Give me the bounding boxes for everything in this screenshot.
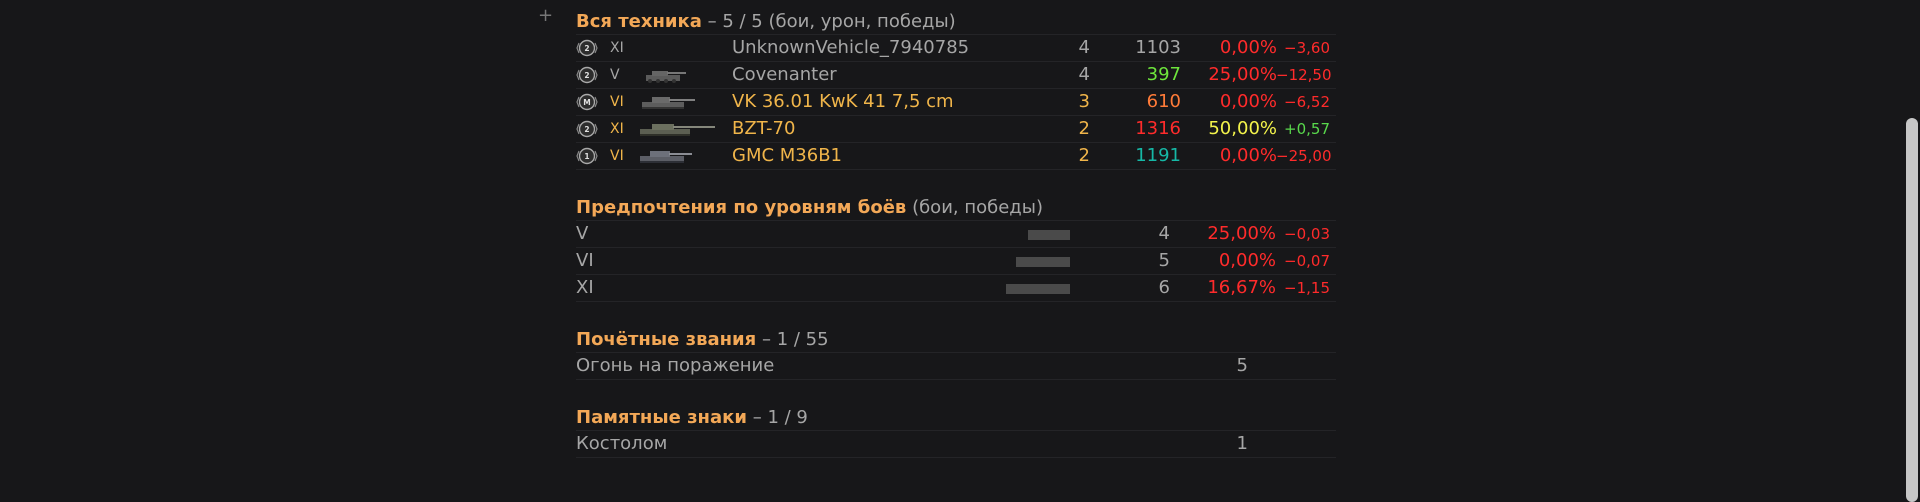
vehicle-battles: 4 [1078, 64, 1090, 85]
svg-text:2: 2 [584, 44, 589, 53]
vehicle-battles: 4 [1078, 37, 1090, 58]
vehicle-battles: 3 [1078, 91, 1090, 112]
preference-bar [1028, 230, 1070, 240]
vehicle-wins: 0,00% [1219, 37, 1277, 58]
vehicle-name: GMC M36B1 [732, 145, 843, 166]
svg-text:M: M [583, 98, 590, 107]
honor-row: Огонь на поражение 5 [576, 353, 1336, 380]
preference-level: V [576, 223, 589, 244]
vehicle-damage: 397 [1146, 64, 1181, 85]
preference-row: V 4 25,00% −0,03 [576, 221, 1336, 248]
preference-delta: −1,15 [1284, 279, 1330, 297]
vehicle-battles: 2 [1078, 145, 1090, 166]
svg-text:1: 1 [584, 152, 589, 161]
vehicle-name: Covenanter [732, 64, 837, 85]
badges-table: Костолом 1 [576, 430, 1336, 458]
mastery-badge-icon: 1 [576, 147, 598, 165]
svg-text:2: 2 [584, 71, 589, 80]
honors-title-row: Почётные звания – 1 / 55 [576, 328, 1336, 352]
badge-count: 1 [1236, 433, 1248, 454]
preference-wins: 0,00% [1218, 250, 1276, 271]
tank-icon [628, 66, 728, 84]
preference-wins: 25,00% [1207, 223, 1276, 244]
preferences-title-row: Предпочтения по уровням боёв (бои, побед… [576, 196, 1336, 220]
vehicle-row: M VI VK 36.01 KwK 41 7,5 cm 3 610 0,00% … [576, 89, 1336, 116]
preferences-section-summary: (бои, победы) [912, 197, 1043, 218]
vehicles-title-row: Вся техника – 5 / 5 (бои, урон, победы) [576, 10, 1336, 34]
vehicle-row: 2 XI BZT-70 2 1316 50,00% +0,57 [576, 116, 1336, 143]
vehicle-wins: 50,00% [1208, 118, 1277, 139]
tank-icon [628, 120, 728, 138]
preference-bar-track [942, 221, 1070, 247]
vehicle-battles: 2 [1078, 118, 1090, 139]
vehicle-row: 1 VI GMC M36B1 2 1191 0,00% −25,00 [576, 143, 1336, 170]
vehicles-section-title: Вся техника [576, 11, 702, 32]
preference-delta: −0,07 [1284, 252, 1330, 270]
vehicle-wins: 0,00% [1219, 91, 1277, 112]
vertical-scrollbar[interactable] [1906, 118, 1918, 502]
tank-icon [628, 93, 728, 111]
vehicle-damage: 1191 [1135, 145, 1181, 166]
vehicles-section-summary: – 5 / 5 (бои, урон, победы) [707, 11, 956, 32]
tank-icon [628, 147, 728, 165]
badge-label: Костолом [576, 433, 668, 454]
preference-bar-track [942, 275, 1070, 301]
vehicle-name: VK 36.01 KwK 41 7,5 cm [732, 91, 954, 112]
vehicle-damage: 1103 [1135, 37, 1181, 58]
preference-delta: −0,03 [1284, 225, 1330, 243]
preference-battles: 6 [1158, 277, 1170, 298]
preference-bar [1016, 257, 1070, 267]
mastery-badge-icon: M [576, 93, 598, 111]
preference-battles: 5 [1158, 250, 1170, 271]
mastery-badge-icon: 2 [576, 66, 598, 84]
honors-section-title: Почётные звания [576, 329, 757, 350]
vehicle-delta: −6,52 [1284, 93, 1330, 111]
vehicle-delta: −3,60 [1284, 39, 1330, 57]
mastery-badge-icon: 2 [576, 120, 598, 138]
vehicle-delta: +0,57 [1284, 120, 1330, 138]
preference-level: XI [576, 277, 594, 298]
vehicle-name: UnknownVehicle_7940785 [732, 37, 970, 58]
honors-table: Огонь на поражение 5 [576, 352, 1336, 380]
vehicle-row: 2 XI UnknownVehicle_7940785 4 1103 0,00%… [576, 35, 1336, 62]
badges-section-title: Памятные знаки [576, 407, 747, 428]
preference-level: VI [576, 250, 594, 271]
vehicle-delta: −12,50 [1276, 66, 1332, 84]
preferences-table: V 4 25,00% −0,03 VI 5 0,00% −0,07 XI 6 1… [576, 220, 1336, 302]
svg-text:2: 2 [584, 125, 589, 134]
badges-title-row: Памятные знаки – 1 / 9 [576, 406, 1336, 430]
vehicle-name: BZT-70 [732, 118, 796, 139]
mastery-badge-icon: 2 [576, 39, 598, 57]
honor-label: Огонь на поражение [576, 355, 775, 376]
stats-content: Вся техника – 5 / 5 (бои, урон, победы) … [576, 10, 1336, 458]
vehicle-delta: −25,00 [1276, 147, 1332, 165]
preference-wins: 16,67% [1207, 277, 1276, 298]
stats-page: + Вся техника – 5 / 5 (бои, урон, победы… [0, 0, 1920, 502]
preferences-section-title: Предпочтения по уровням боёв [576, 197, 907, 218]
badges-section-summary: – 1 / 9 [752, 407, 808, 428]
vehicle-wins: 0,00% [1219, 145, 1277, 166]
preference-bar [1006, 284, 1070, 294]
honors-section-summary: – 1 / 55 [761, 329, 829, 350]
preference-row: XI 6 16,67% −1,15 [576, 275, 1336, 302]
vehicles-table: 2 XI UnknownVehicle_7940785 4 1103 0,00%… [576, 34, 1336, 170]
vehicle-row: 2 V Covenanter 4 397 25,00% −12,50 [576, 62, 1336, 89]
badge-row: Костолом 1 [576, 431, 1336, 458]
preference-battles: 4 [1158, 223, 1170, 244]
add-icon[interactable]: + [538, 7, 554, 25]
vehicle-damage: 610 [1146, 91, 1181, 112]
preference-row: VI 5 0,00% −0,07 [576, 248, 1336, 275]
preference-bar-track [942, 248, 1070, 274]
tank-icon [628, 39, 728, 57]
vehicle-wins: 25,00% [1208, 64, 1277, 85]
honor-count: 5 [1236, 355, 1248, 376]
vehicle-damage: 1316 [1135, 118, 1181, 139]
